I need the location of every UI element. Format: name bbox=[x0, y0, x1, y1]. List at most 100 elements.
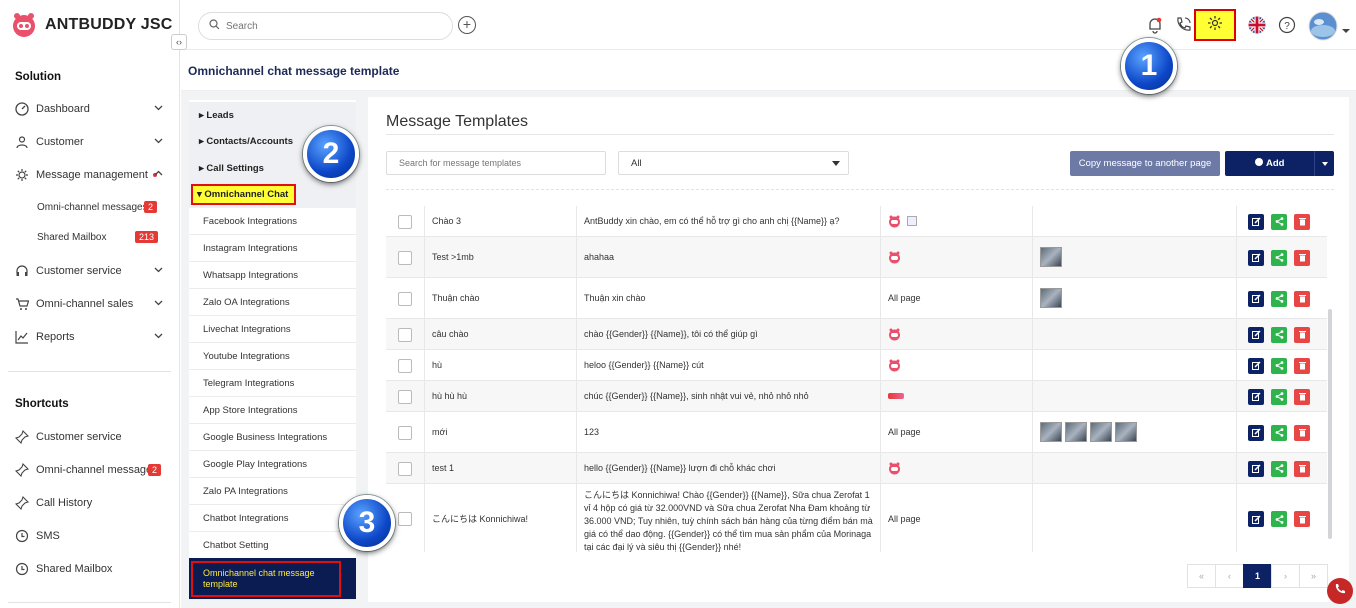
row-checkbox[interactable] bbox=[398, 389, 412, 404]
share-button[interactable] bbox=[1271, 511, 1287, 527]
menu-item[interactable]: Youtube Integrations bbox=[189, 343, 356, 370]
share-button[interactable] bbox=[1271, 424, 1287, 441]
edit-button[interactable] bbox=[1248, 357, 1264, 374]
copy-message-button[interactable]: Copy message to another page bbox=[1070, 151, 1220, 176]
menu-item[interactable]: Livechat Integrations bbox=[189, 316, 356, 343]
page-last-button[interactable]: » bbox=[1299, 564, 1328, 588]
delete-button[interactable] bbox=[1294, 424, 1310, 441]
brand[interactable]: ANTBUDDY JSC bbox=[0, 0, 179, 50]
table-scrollbar[interactable] bbox=[1328, 309, 1332, 539]
image-thumbnail[interactable] bbox=[1115, 422, 1137, 442]
edit-button[interactable] bbox=[1248, 249, 1264, 266]
table-row[interactable]: hù heloo {{Gender}} {{Name}} cút bbox=[386, 350, 1327, 381]
edit-button[interactable] bbox=[1248, 511, 1264, 527]
share-button[interactable] bbox=[1271, 388, 1287, 405]
search-input[interactable] bbox=[226, 20, 426, 32]
share-button[interactable] bbox=[1271, 460, 1287, 477]
delete-button[interactable] bbox=[1294, 326, 1310, 343]
menu-group-leads[interactable]: ▸ Leads bbox=[189, 102, 356, 129]
share-button[interactable] bbox=[1271, 357, 1287, 374]
menu-item[interactable]: Google Business Integrations bbox=[189, 424, 356, 451]
image-thumbnail[interactable] bbox=[1040, 288, 1062, 308]
table-row[interactable]: hù hù hù chúc {{Gender}} {{Name}}, sinh n… bbox=[386, 381, 1327, 412]
help-icon[interactable]: ? bbox=[1278, 16, 1296, 34]
image-thumbnail[interactable] bbox=[1040, 247, 1062, 267]
menu-item[interactable]: App Store Integrations bbox=[189, 397, 356, 424]
subnav-omni-channel-messages[interactable]: Omni-channel messages bbox=[37, 202, 148, 213]
avatar[interactable] bbox=[1308, 11, 1338, 41]
delete-button[interactable] bbox=[1294, 511, 1310, 527]
delete-button[interactable] bbox=[1294, 460, 1310, 477]
share-button[interactable] bbox=[1271, 290, 1287, 307]
collapse-sidebar-button[interactable]: ‹› bbox=[171, 34, 187, 50]
table-row[interactable]: mới 123 All page bbox=[386, 412, 1327, 453]
edit-button[interactable] bbox=[1248, 424, 1264, 441]
template-search[interactable] bbox=[386, 151, 606, 175]
table-row[interactable]: test 1 hello {{Gender}} {{Name}} lượn đi … bbox=[386, 453, 1327, 484]
edit-button[interactable] bbox=[1248, 388, 1264, 405]
menu-item[interactable]: Zalo OA Integrations bbox=[189, 289, 356, 316]
nav-message-management[interactable]: Message management bbox=[15, 164, 167, 186]
edit-button[interactable] bbox=[1248, 290, 1264, 307]
row-checkbox[interactable] bbox=[398, 327, 412, 342]
shortcut-call-history[interactable]: Call History bbox=[15, 492, 167, 514]
add-icon[interactable]: + bbox=[458, 16, 476, 34]
edit-button[interactable] bbox=[1248, 460, 1264, 477]
delete-button[interactable] bbox=[1294, 213, 1310, 230]
template-search-input[interactable] bbox=[399, 158, 599, 168]
row-checkbox[interactable] bbox=[398, 214, 412, 229]
edit-button[interactable] bbox=[1248, 326, 1264, 343]
table-row[interactable]: câu chào chào {{Gender}} {{Name}}, tôi có… bbox=[386, 319, 1327, 350]
menu-item[interactable]: Telegram Integrations bbox=[189, 370, 356, 397]
add-dropdown-toggle[interactable] bbox=[1314, 151, 1334, 176]
global-search[interactable] bbox=[198, 12, 453, 40]
nav-customer[interactable]: Customer bbox=[15, 131, 167, 153]
menu-group-omnichannel-chat[interactable]: ▾ Omnichannel Chat bbox=[189, 181, 356, 208]
page-first-button[interactable]: « bbox=[1187, 564, 1216, 588]
share-button[interactable] bbox=[1271, 249, 1287, 266]
nav-reports[interactable]: Reports bbox=[15, 326, 167, 348]
uk-flag-icon[interactable] bbox=[1248, 16, 1266, 34]
row-checkbox[interactable] bbox=[398, 425, 412, 440]
share-button[interactable] bbox=[1271, 213, 1287, 230]
row-checkbox[interactable] bbox=[398, 291, 412, 306]
edit-button[interactable] bbox=[1248, 213, 1264, 230]
row-checkbox[interactable] bbox=[398, 461, 412, 476]
menu-item[interactable]: Chatbot Setting bbox=[189, 532, 356, 559]
delete-button[interactable] bbox=[1294, 388, 1310, 405]
image-thumbnail[interactable] bbox=[1040, 422, 1062, 442]
row-checkbox[interactable] bbox=[398, 250, 412, 265]
row-checkbox[interactable] bbox=[398, 358, 412, 373]
row-checkbox[interactable] bbox=[398, 512, 412, 526]
page-prev-button[interactable]: ‹ bbox=[1215, 564, 1244, 588]
subnav-shared-mailbox[interactable]: Shared Mailbox bbox=[37, 232, 106, 243]
page-current[interactable]: 1 bbox=[1243, 564, 1272, 588]
share-button[interactable] bbox=[1271, 326, 1287, 343]
caret-down-icon[interactable] bbox=[1342, 22, 1350, 33]
menu-item[interactable]: Zalo PA Integrations bbox=[189, 478, 356, 505]
nav-dashboard[interactable]: Dashboard bbox=[15, 98, 167, 120]
table-row[interactable]: Chào 3 AntBuddy xin chào, em có thể hỗ tr… bbox=[386, 206, 1327, 237]
shortcut-sms[interactable]: SMS bbox=[15, 525, 167, 547]
menu-item-active[interactable]: Omnichannel chat message template bbox=[189, 558, 356, 600]
delete-button[interactable] bbox=[1294, 357, 1310, 374]
delete-button[interactable] bbox=[1294, 249, 1310, 266]
floating-call-button[interactable] bbox=[1327, 578, 1353, 604]
shortcut-shared-mailbox[interactable]: Shared Mailbox bbox=[15, 558, 167, 580]
settings-button[interactable] bbox=[1194, 9, 1236, 41]
delete-button[interactable] bbox=[1294, 290, 1310, 307]
menu-item[interactable]: Whatsapp Integrations bbox=[189, 262, 356, 289]
menu-item[interactable]: Google Play Integrations bbox=[189, 451, 356, 478]
menu-item[interactable]: Instagram Integrations bbox=[189, 235, 356, 262]
image-thumbnail[interactable] bbox=[1090, 422, 1112, 442]
nav-customer-service[interactable]: Customer service bbox=[15, 260, 167, 282]
menu-item[interactable]: Chatbot Integrations bbox=[189, 505, 356, 532]
page-filter-select[interactable]: All bbox=[618, 151, 849, 175]
shortcut-omni-channel-messages[interactable]: Omni-channel messages bbox=[15, 459, 167, 481]
table-row[interactable]: Test >1mb ahahaa bbox=[386, 237, 1327, 278]
bell-icon[interactable] bbox=[1146, 16, 1164, 34]
shortcut-customer-service[interactable]: Customer service bbox=[15, 426, 167, 448]
table-row[interactable]: こんにちは Konnichiwa! こんにちは Konnichiwa! Chào … bbox=[386, 484, 1327, 552]
add-template-button[interactable]: Add bbox=[1225, 151, 1334, 176]
phone-call-icon[interactable] bbox=[1174, 16, 1192, 34]
